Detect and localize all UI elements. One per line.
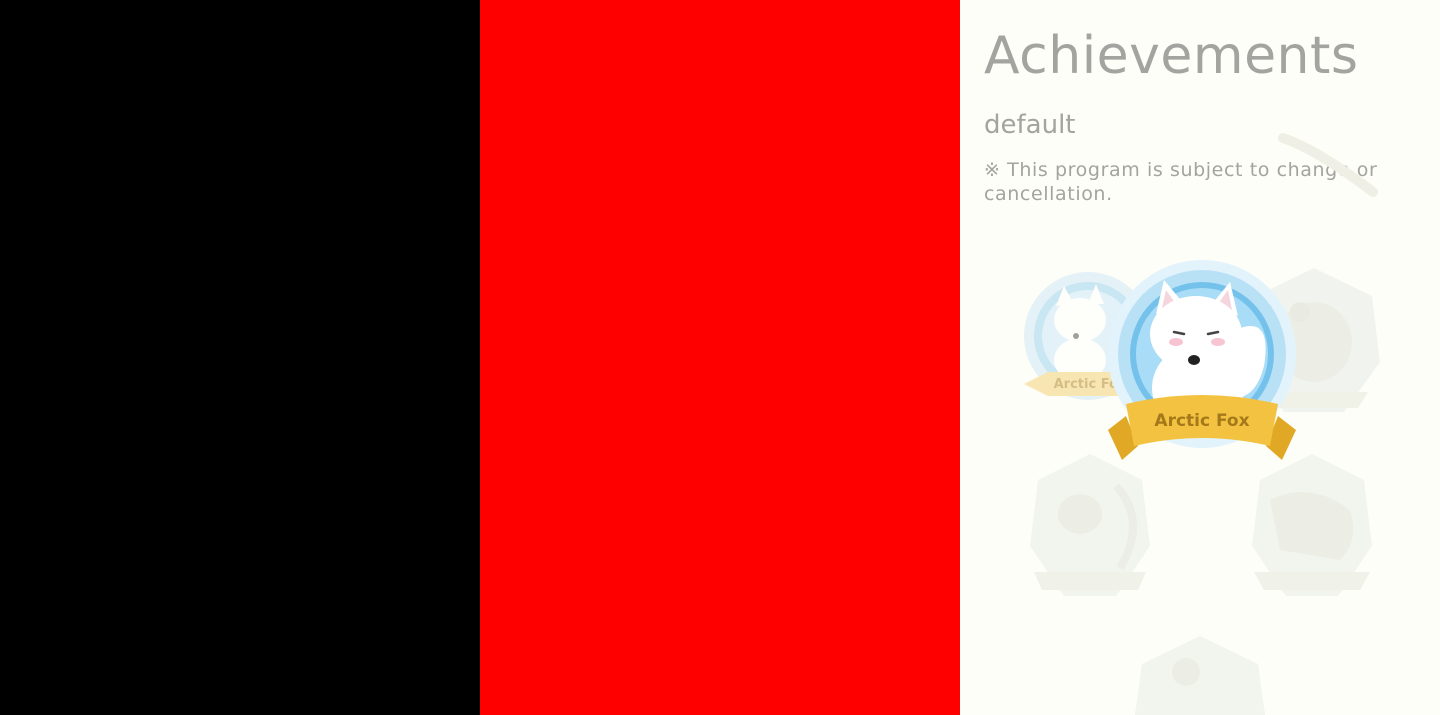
middle-red-panel	[480, 0, 960, 715]
locked-badge-mid-right-icon[interactable]	[1240, 450, 1384, 606]
arctic-fox-badge-icon[interactable]: Arctic Fox	[1104, 256, 1300, 466]
badge-grid: Arctic Fox Arctic Fox	[960, 0, 1440, 715]
app-layout: Achievements default ※ This program is s…	[0, 0, 1440, 715]
left-black-panel	[0, 0, 480, 715]
locked-badge-bottom-icon[interactable]	[1126, 632, 1274, 715]
featured-fox-ribbon-label: Arctic Fox	[1154, 411, 1249, 431]
achievements-panel: Achievements default ※ This program is s…	[960, 0, 1440, 715]
locked-badge-mid-left-icon[interactable]	[1020, 450, 1160, 606]
